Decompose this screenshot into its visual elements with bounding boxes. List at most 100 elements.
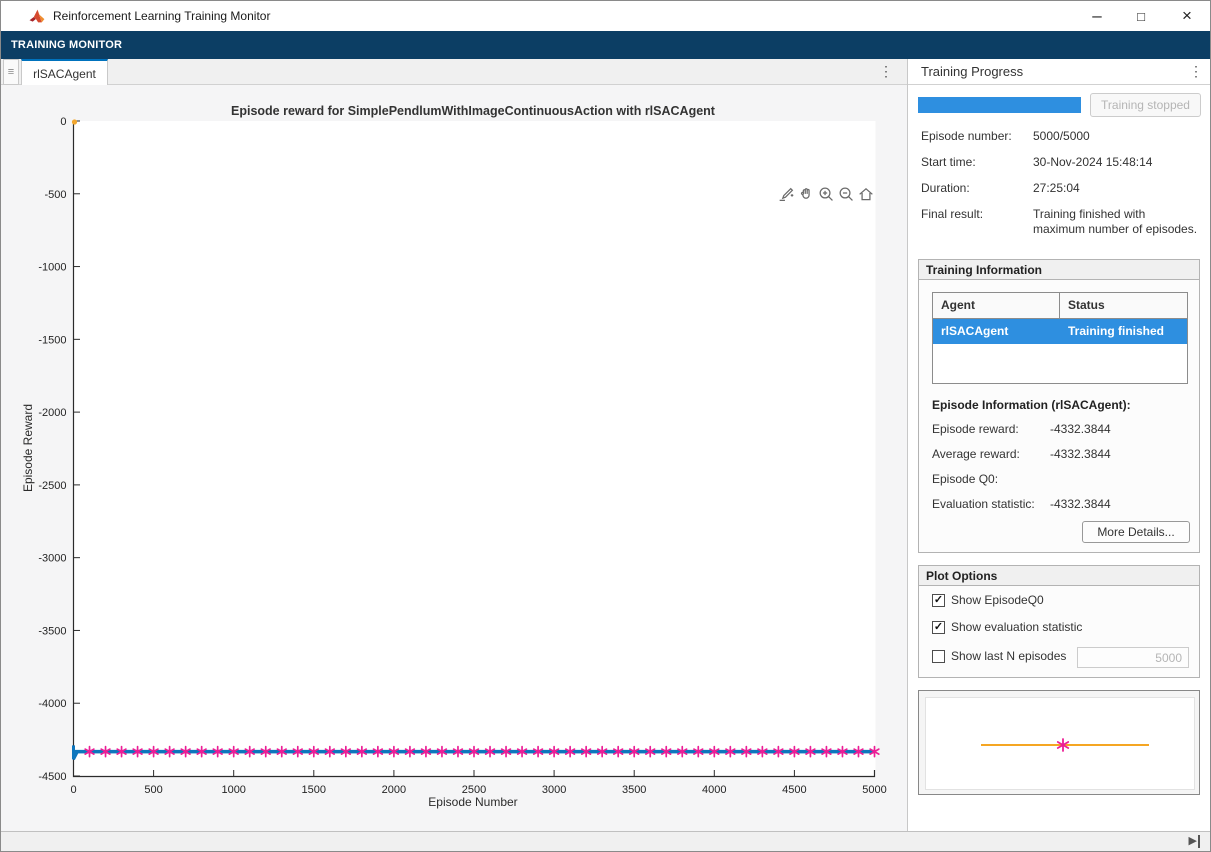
checkbox-icon[interactable] <box>932 649 945 663</box>
x-axis-label: Episode Number <box>428 795 517 809</box>
y-axis-label: Episode Reward <box>21 404 35 492</box>
field-label: Final result: <box>921 207 984 221</box>
plot-options-panel: Plot Options ✓ Show EpisodeQ0 ✓ Show evalua… <box>918 565 1200 678</box>
episode-info-value: -4332.3844 <box>1050 447 1111 461</box>
y-tick-label: -3500 <box>38 625 66 637</box>
episode-info-fields: Episode reward: -4332.3844 Average reward:… <box>932 422 1192 522</box>
training-progress-fields: Episode number: 5000/5000 Start time: 30-No… <box>921 129 1205 248</box>
x-tick-label: 4000 <box>702 784 726 796</box>
episode-info-row: Evaluation statistic: -4332.3844 <box>932 497 1192 511</box>
y-tick-label: -1000 <box>38 262 66 274</box>
episode-info-label: Evaluation statistic: <box>932 497 1035 511</box>
tab-label: rlSACAgent <box>33 66 96 81</box>
status-bar <box>1 831 1210 851</box>
field-label: Start time: <box>921 155 976 169</box>
plot-option-row: ✓ Show EpisodeQ0 <box>932 593 1044 607</box>
plot-options-header: Plot Options <box>919 566 1199 586</box>
app-window: Reinforcement Learning Training Monitor … <box>0 0 1211 852</box>
episode-info-value: -4332.3844 <box>1050 422 1111 436</box>
x-tick-label: 5000 <box>862 784 886 796</box>
x-tick-label: 1000 <box>221 784 245 796</box>
window-title: Reinforcement Learning Training Monitor <box>53 9 271 23</box>
plot-option-row: ✓ Show evaluation statistic <box>932 620 1082 634</box>
field-value: 5000/5000 <box>1033 129 1090 143</box>
x-tick-label: 3000 <box>542 784 566 796</box>
pan-hand-icon[interactable] <box>796 184 815 203</box>
preview-plot-panel <box>918 690 1200 795</box>
drag-grip-icon[interactable]: ≡ <box>3 59 19 85</box>
agent-status-table[interactable]: Agent Status rlSACAgent Training finished <box>932 292 1188 384</box>
x-tick-label: 500 <box>144 784 162 796</box>
x-tick-label: 4500 <box>782 784 806 796</box>
y-tick-label: -2000 <box>38 407 66 419</box>
matlab-logo-icon <box>29 9 45 23</box>
close-button[interactable]: × <box>1165 1 1209 31</box>
checkbox-icon[interactable]: ✓ <box>932 593 945 607</box>
training-stopped-button[interactable]: Training stopped <box>1090 93 1201 117</box>
plot-title: Episode reward for SimplePendlumWithImag… <box>231 104 716 118</box>
episode-info-row: Average reward: -4332.3844 <box>932 447 1192 461</box>
training-information-panel: Training Information Agent Status rlSACAge… <box>918 259 1200 553</box>
field-row: Start time: 30-Nov-2024 15:48:14 <box>921 155 1205 170</box>
field-value: 27:25:04 <box>1033 181 1080 195</box>
x-tick-label: 1500 <box>302 784 326 796</box>
y-tick-label: -2500 <box>38 480 66 492</box>
tab-rlsacagent[interactable]: rlSACAgent <box>21 59 108 86</box>
training-progress-bar <box>918 97 1081 113</box>
more-details-button[interactable]: More Details... <box>1082 521 1190 543</box>
ribbon-tab-label[interactable]: TRAINING MONITOR <box>11 39 122 51</box>
table-cell: rlSACAgent <box>941 324 1009 338</box>
panel-menu-icon[interactable]: ⋮ <box>1189 64 1203 78</box>
y-tick-label: -4000 <box>38 698 66 710</box>
minimize-button[interactable]: – <box>1075 1 1119 31</box>
title-bar: Reinforcement Learning Training Monitor … <box>1 1 1210 31</box>
x-tick-label: 3500 <box>622 784 646 796</box>
y-tick-label: -3000 <box>38 553 66 565</box>
episode-info-label: Average reward: <box>932 447 1020 461</box>
field-label: Episode number: <box>921 129 1012 143</box>
episode-info-row: Episode Q0: <box>932 472 1192 486</box>
field-row: Final result: Training finished with maxi… <box>921 207 1205 237</box>
plot-option-label: Show EpisodeQ0 <box>951 593 1044 607</box>
field-value: Training finished with maximum number of… <box>1033 207 1198 236</box>
field-row: Episode number: 5000/5000 <box>921 129 1205 144</box>
brush-icon[interactable] <box>776 184 795 203</box>
episode-info-heading: Episode Information (rlSACAgent): <box>932 398 1131 412</box>
tab-overflow-menu-icon[interactable]: ⋮ <box>879 64 893 78</box>
maximize-button[interactable]: □ <box>1119 1 1163 31</box>
table-header-row: Agent Status <box>933 293 1187 319</box>
checkbox-icon[interactable]: ✓ <box>932 620 945 634</box>
plot-option-label: Show last N episodes <box>951 649 1067 663</box>
y-tick-label: 0 <box>60 116 66 128</box>
training-information-header: Training Information <box>919 260 1199 280</box>
training-progress-panel: Training stopped Episode number: 5000/500… <box>908 85 1210 831</box>
tab-strip <box>1 59 907 85</box>
episode-info-value: -4332.3844 <box>1050 497 1111 511</box>
preview-plot-canvas <box>981 738 1149 752</box>
field-row: Duration: 27:25:04 <box>921 181 1205 196</box>
y-tick-label: -1500 <box>38 334 66 346</box>
episode-info-label: Episode reward: <box>932 422 1019 436</box>
y-tick-label: -4500 <box>38 771 66 783</box>
preview-plot-axes <box>925 697 1195 790</box>
series-episodeq0 <box>71 119 78 125</box>
last-n-episodes-input[interactable] <box>1077 647 1189 668</box>
table-column-header[interactable]: Status <box>1060 293 1105 318</box>
x-tick-label: 2000 <box>382 784 406 796</box>
home-icon[interactable] <box>856 184 875 203</box>
figure-area: 0 -500 -1000 -1500 -2000 -2500 -3000 -3500 -4000… <box>1 85 907 831</box>
table-cell: Training finished <box>1068 324 1165 338</box>
plot-canvas[interactable]: 0 -500 -1000 -1500 -2000 -2500 -3000 -3500 -4000… <box>1 85 907 831</box>
advance-panel-icon[interactable]: ▶ <box>1189 835 1200 848</box>
plot-toolbar <box>776 184 875 203</box>
field-label: Duration: <box>921 181 970 195</box>
zoom-out-icon[interactable] <box>836 184 855 203</box>
table-row[interactable]: rlSACAgent Training finished <box>933 319 1187 344</box>
y-tick-label: -500 <box>44 189 66 201</box>
zoom-in-icon[interactable] <box>816 184 835 203</box>
plot-option-label: Show evaluation statistic <box>951 620 1083 634</box>
episode-info-row: Episode reward: -4332.3844 <box>932 422 1192 436</box>
plot-option-row: Show last N episodes <box>932 649 1066 663</box>
field-value: 30-Nov-2024 15:48:14 <box>1033 155 1153 169</box>
table-column-header[interactable]: Agent <box>933 293 1060 318</box>
